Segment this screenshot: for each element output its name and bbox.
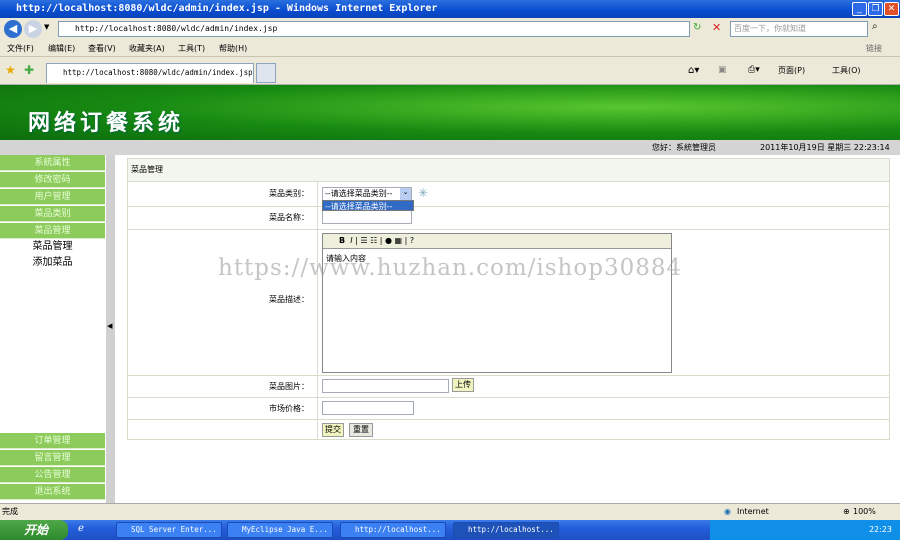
system-tray: 22:23 xyxy=(710,520,900,540)
back-button[interactable]: ◀ xyxy=(4,20,22,38)
stop-icon[interactable]: ✕ xyxy=(712,21,721,34)
sidebar-sub-dish-manage[interactable]: 菜品管理 xyxy=(0,239,105,255)
tools-menu[interactable]: 工具(O) xyxy=(832,65,861,76)
feeds-icon[interactable]: ▣ xyxy=(718,65,727,75)
menu-tools[interactable]: 工具(T) xyxy=(178,43,205,54)
image-input[interactable] xyxy=(322,379,449,393)
info-bar: 您好：系統管理员 2011年10月19日 星期三 22:23:14 xyxy=(0,140,900,155)
bold-icon[interactable]: B xyxy=(339,236,345,245)
menu-file[interactable]: 文件(F) xyxy=(7,43,34,54)
sidebar-item-password[interactable]: 修改密码 xyxy=(0,172,105,188)
sidebar-item-logout[interactable]: 退出系统 xyxy=(0,484,105,500)
link-icon[interactable]: ● xyxy=(385,236,392,245)
chevron-down-icon[interactable]: ⌄ xyxy=(400,188,411,200)
zoom-icon[interactable]: ⊕ xyxy=(843,504,850,520)
minimize-button[interactable]: _ xyxy=(852,2,867,16)
close-button[interactable]: ✕ xyxy=(884,2,899,16)
name-label: 菜品名称： xyxy=(128,207,318,229)
site-banner: 网络订餐系统 xyxy=(0,85,900,140)
unordered-list-icon[interactable]: ☷ xyxy=(370,236,377,245)
zone-label: Internet xyxy=(737,507,769,516)
category-label: 菜品类别： xyxy=(128,182,318,206)
sidebar-item-system[interactable]: 系統属性 xyxy=(0,155,105,171)
loading-icon: ✳ xyxy=(418,186,429,200)
category-option[interactable]: --请选择菜品类别-- xyxy=(322,200,414,211)
window-title: http://localhost:8080/wldc/admin/index.j… xyxy=(16,3,438,14)
name-input[interactable] xyxy=(322,210,412,224)
tab-active[interactable]: http://localhost:8080/wldc/admin/index.j… xyxy=(46,63,254,83)
home-icon[interactable]: ⌂▾ xyxy=(688,65,699,76)
menu-help[interactable]: 帮助(H) xyxy=(219,43,247,54)
zoom-level[interactable]: 100% xyxy=(853,504,876,520)
window-title-bar: http://localhost:8080/wldc/admin/index.j… xyxy=(0,0,900,18)
category-select[interactable]: --请选择菜品类别-- xyxy=(322,187,412,201)
taskbar-item-ie1[interactable]: http://localhost... xyxy=(340,522,446,538)
menu-view[interactable]: 查看(V) xyxy=(88,43,116,54)
image-label: 菜品图片： xyxy=(128,376,318,397)
add-favorite-icon[interactable]: ✚ xyxy=(24,63,34,77)
links-label[interactable]: 链接 xyxy=(866,43,882,54)
datetime: 2011年10月19日 星期三 22:23:14 xyxy=(760,143,890,152)
price-input[interactable] xyxy=(322,401,414,415)
menu-bar: 文件(F) 编辑(E) 查看(V) 收藏夹(A) 工具(T) 帮助(H) 链接 xyxy=(0,40,900,57)
clock: 22:23 xyxy=(868,525,892,534)
button-row: 提交 重置 xyxy=(128,419,889,440)
sidebar-item-notices[interactable]: 公告管理 xyxy=(0,467,105,483)
sidebar: 系統属性 修改密码 用户管理 菜品类别 菜品管理 菜品管理 添加菜品 订单管理 … xyxy=(0,155,105,503)
sidebar-sub-add-dish[interactable]: 添加菜品 xyxy=(0,255,105,271)
greeting: 您好：系統管理员 xyxy=(652,143,716,152)
ordered-list-icon[interactable]: ☰ xyxy=(360,236,367,245)
menu-favorites[interactable]: 收藏夹(A) xyxy=(129,43,165,54)
site-title: 网络订餐系统 xyxy=(28,111,185,136)
search-icon[interactable]: ⌕ xyxy=(872,21,878,32)
page-menu[interactable]: 页面(P) xyxy=(778,65,805,76)
globe-icon: ◉ xyxy=(724,507,731,516)
form-header: 菜品管理 xyxy=(128,159,889,181)
image-row: 菜品图片： 上传 xyxy=(128,375,889,397)
help-icon[interactable]: ? xyxy=(410,236,414,245)
name-row: 菜品名称： xyxy=(128,206,889,229)
submit-button[interactable]: 提交 xyxy=(322,423,344,437)
favorites-star-icon[interactable]: ★ xyxy=(5,63,16,77)
image-icon[interactable]: ▦ xyxy=(395,236,403,245)
description-row: 菜品描述： B I | ☰ ☷ | ● ▦ | ? 请输入内容 xyxy=(128,229,889,375)
price-row: 市场价格： xyxy=(128,397,889,419)
sidebar-item-users[interactable]: 用户管理 xyxy=(0,189,105,205)
sidebar-item-dishes[interactable]: 菜品管理 xyxy=(0,223,105,239)
menu-edit[interactable]: 编辑(E) xyxy=(48,43,75,54)
taskbar-item-myeclipse[interactable]: MyEclipse Java E... xyxy=(227,522,333,538)
rich-text-editor: B I | ☰ ☷ | ● ▦ | ? 请输入内容 xyxy=(322,233,672,373)
restore-button[interactable]: ❐ xyxy=(868,2,883,16)
start-button[interactable]: 开始 xyxy=(0,520,68,540)
editor-toolbar: B I | ☰ ☷ | ● ▦ | ? xyxy=(323,234,671,249)
status-text: 完成 xyxy=(2,507,18,516)
address-bar: ◀ ▶ ▼ http://localhost:8080/wldc/admin/i… xyxy=(0,18,900,40)
ie-quicklaunch-icon[interactable]: ℯ xyxy=(78,523,84,534)
refresh-icon[interactable]: ↻ xyxy=(693,22,701,33)
button-row-spacer xyxy=(128,420,318,440)
url-input[interactable]: http://localhost:8080/wldc/admin/index.j… xyxy=(58,21,690,37)
status-bar: 完成 ◉ Internet ⊕ 100% xyxy=(0,503,900,520)
forward-button[interactable]: ▶ xyxy=(24,20,42,38)
sidebar-item-messages[interactable]: 留言管理 xyxy=(0,450,105,466)
new-tab-button[interactable] xyxy=(256,63,276,83)
print-icon[interactable]: ⎙▾ xyxy=(748,65,760,75)
collapse-arrow-icon[interactable]: ◀ xyxy=(107,322,112,330)
price-label: 市场价格： xyxy=(128,398,318,419)
category-row: 菜品类别： --请选择菜品类别-- ⌄ ✳ xyxy=(128,181,889,206)
taskbar-item-sql[interactable]: SQL Server Enter... xyxy=(116,522,222,538)
search-input[interactable]: 百度一下，你就知道 xyxy=(730,21,868,37)
upload-button[interactable]: 上传 xyxy=(452,378,474,392)
description-label: 菜品描述： xyxy=(128,230,318,375)
watermark: https://www.huzhan.com/ishop30884 xyxy=(218,255,683,281)
taskbar-item-ie2[interactable]: http://localhost... xyxy=(453,522,559,538)
taskbar: 开始 ℯ SQL Server Enter... MyEclipse Java … xyxy=(0,520,900,540)
reset-button[interactable]: 重置 xyxy=(349,423,373,437)
history-dropdown-icon[interactable]: ▼ xyxy=(44,23,49,31)
italic-icon[interactable]: I xyxy=(350,236,352,245)
sidebar-item-orders[interactable]: 订单管理 xyxy=(0,433,105,449)
dish-form: 菜品管理 菜品类别： --请选择菜品类别-- ⌄ ✳ 菜品名称： --请选择菜品… xyxy=(127,158,890,440)
tab-bar: ★ ✚ http://localhost:8080/wldc/admin/ind… xyxy=(0,57,900,85)
sidebar-item-category[interactable]: 菜品类别 xyxy=(0,206,105,222)
